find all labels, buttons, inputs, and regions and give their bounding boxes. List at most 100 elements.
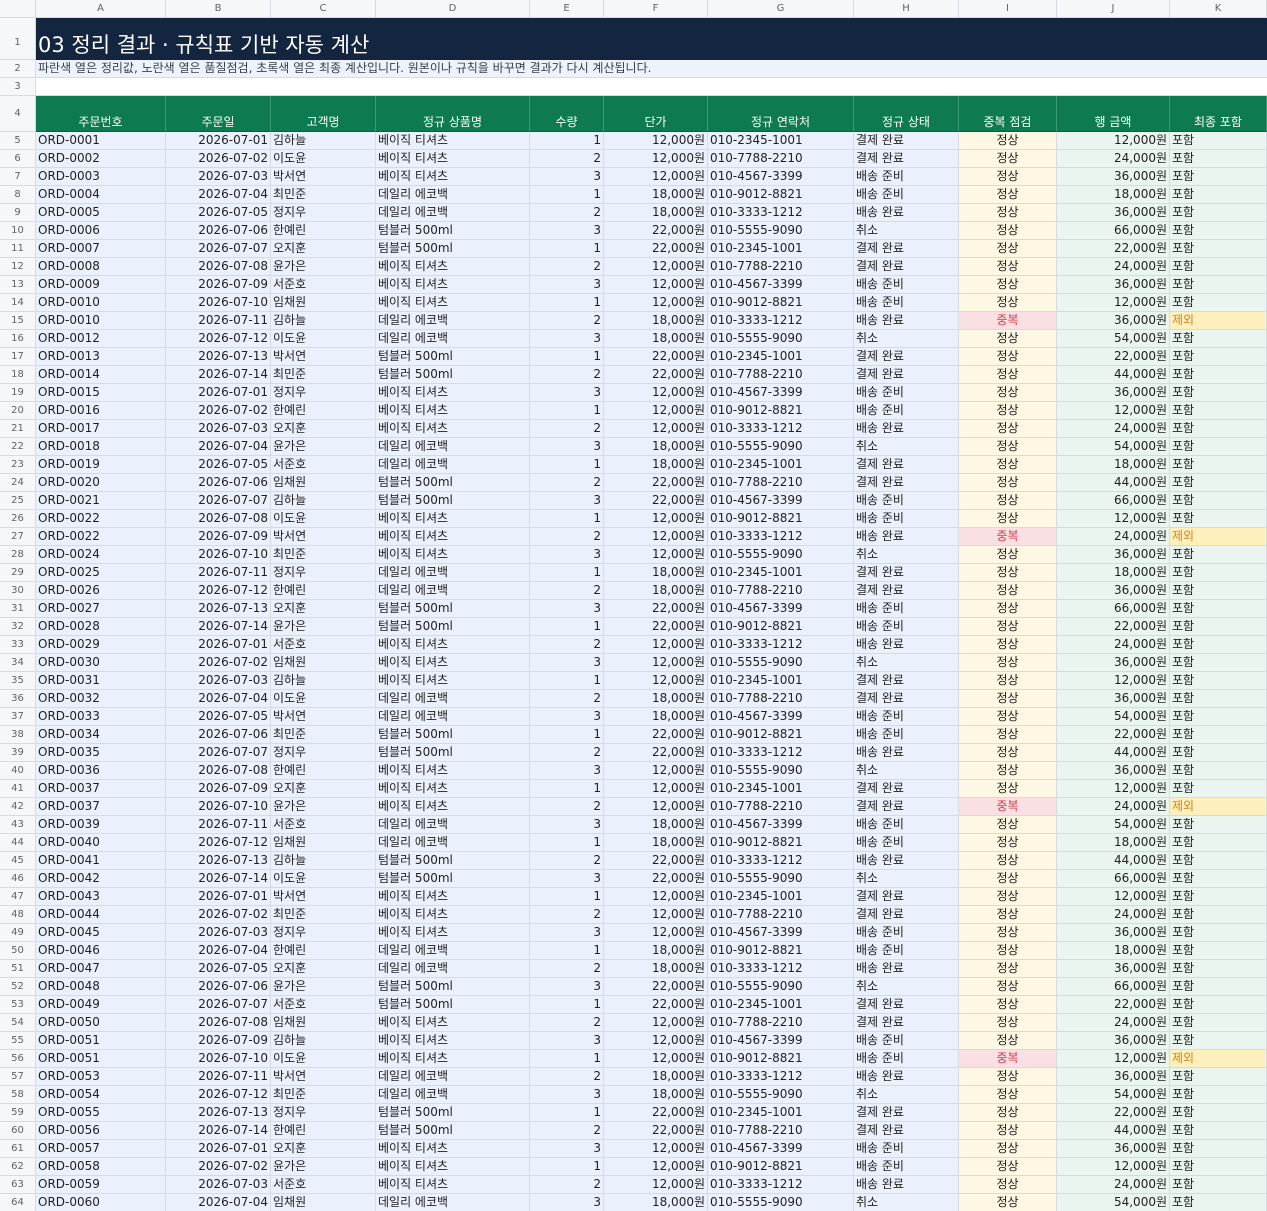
row-amount-cell[interactable]: 36,000원	[1057, 168, 1170, 186]
table-header-cell[interactable]: 단가	[604, 96, 708, 132]
row-header[interactable]: 58	[0, 1086, 36, 1104]
phone-cell[interactable]: 010-3333-1212	[708, 312, 854, 330]
status-cell[interactable]: 배송 준비	[854, 600, 959, 618]
duplicate-check-cell[interactable]: 정상	[959, 1014, 1057, 1032]
status-cell[interactable]: 결제 완료	[854, 582, 959, 600]
order-id-cell[interactable]: ORD-0022	[36, 528, 166, 546]
customer-name-cell[interactable]: 김하늘	[271, 1032, 376, 1050]
order-id-cell[interactable]: ORD-0041	[36, 852, 166, 870]
order-date-cell[interactable]: 2026-07-06	[166, 474, 271, 492]
phone-cell[interactable]: 010-9012-8821	[708, 834, 854, 852]
unit-price-cell[interactable]: 12,000원	[604, 780, 708, 798]
row-header[interactable]: 64	[0, 1194, 36, 1211]
order-date-cell[interactable]: 2026-07-02	[166, 1158, 271, 1176]
product-name-cell[interactable]: 베이직 티셔츠	[376, 420, 530, 438]
order-date-cell[interactable]: 2026-07-09	[166, 1032, 271, 1050]
status-cell[interactable]: 배송 준비	[854, 618, 959, 636]
order-id-cell[interactable]: ORD-0050	[36, 1014, 166, 1032]
status-cell[interactable]: 취소	[854, 438, 959, 456]
unit-price-cell[interactable]: 18,000원	[604, 834, 708, 852]
row-header[interactable]: 20	[0, 402, 36, 420]
customer-name-cell[interactable]: 윤가은	[271, 258, 376, 276]
row-amount-cell[interactable]: 18,000원	[1057, 834, 1170, 852]
duplicate-check-cell[interactable]: 정상	[959, 978, 1057, 996]
order-id-cell[interactable]: ORD-0031	[36, 672, 166, 690]
quantity-cell[interactable]: 1	[530, 348, 604, 366]
phone-cell[interactable]: 010-7788-2210	[708, 258, 854, 276]
product-name-cell[interactable]: 텀블러 500ml	[376, 1104, 530, 1122]
quantity-cell[interactable]: 2	[530, 582, 604, 600]
customer-name-cell[interactable]: 최민준	[271, 726, 376, 744]
customer-name-cell[interactable]: 김하늘	[271, 672, 376, 690]
unit-price-cell[interactable]: 18,000원	[604, 564, 708, 582]
final-include-cell[interactable]: 포함	[1170, 348, 1267, 366]
row-header[interactable]: 50	[0, 942, 36, 960]
order-date-cell[interactable]: 2026-07-13	[166, 600, 271, 618]
order-date-cell[interactable]: 2026-07-12	[166, 834, 271, 852]
row-header[interactable]: 63	[0, 1176, 36, 1194]
row-amount-cell[interactable]: 18,000원	[1057, 564, 1170, 582]
order-id-cell[interactable]: ORD-0035	[36, 744, 166, 762]
final-include-cell[interactable]: 제외	[1170, 1050, 1267, 1068]
duplicate-check-cell[interactable]: 정상	[959, 492, 1057, 510]
status-cell[interactable]: 배송 완료	[854, 1176, 959, 1194]
customer-name-cell[interactable]: 오지훈	[271, 1140, 376, 1158]
row-header[interactable]: 44	[0, 834, 36, 852]
row-header[interactable]: 36	[0, 690, 36, 708]
duplicate-check-cell[interactable]: 정상	[959, 636, 1057, 654]
order-date-cell[interactable]: 2026-07-10	[166, 1050, 271, 1068]
order-id-cell[interactable]: ORD-0006	[36, 222, 166, 240]
quantity-cell[interactable]: 2	[530, 906, 604, 924]
status-cell[interactable]: 결제 완료	[854, 1104, 959, 1122]
unit-price-cell[interactable]: 12,000원	[604, 654, 708, 672]
quantity-cell[interactable]: 3	[530, 762, 604, 780]
order-date-cell[interactable]: 2026-07-03	[166, 924, 271, 942]
column-header-k[interactable]: K	[1170, 0, 1267, 18]
quantity-cell[interactable]: 1	[530, 1104, 604, 1122]
row-header[interactable]: 60	[0, 1122, 36, 1140]
unit-price-cell[interactable]: 12,000원	[604, 1014, 708, 1032]
duplicate-check-cell[interactable]: 정상	[959, 906, 1057, 924]
row-header[interactable]: 53	[0, 996, 36, 1014]
order-id-cell[interactable]: ORD-0045	[36, 924, 166, 942]
product-name-cell[interactable]: 텀블러 500ml	[376, 474, 530, 492]
row-amount-cell[interactable]: 36,000원	[1057, 924, 1170, 942]
duplicate-check-cell[interactable]: 정상	[959, 996, 1057, 1014]
product-name-cell[interactable]: 베이직 티셔츠	[376, 168, 530, 186]
final-include-cell[interactable]: 포함	[1170, 726, 1267, 744]
row-amount-cell[interactable]: 22,000원	[1057, 348, 1170, 366]
column-header-g[interactable]: G	[708, 0, 854, 18]
row-header[interactable]: 41	[0, 780, 36, 798]
empty-cell[interactable]	[36, 78, 1267, 96]
status-cell[interactable]: 결제 완료	[854, 240, 959, 258]
order-date-cell[interactable]: 2026-07-02	[166, 654, 271, 672]
quantity-cell[interactable]: 2	[530, 1014, 604, 1032]
customer-name-cell[interactable]: 최민준	[271, 186, 376, 204]
status-cell[interactable]: 취소	[854, 330, 959, 348]
duplicate-check-cell[interactable]: 정상	[959, 1158, 1057, 1176]
quantity-cell[interactable]: 3	[530, 654, 604, 672]
status-cell[interactable]: 배송 준비	[854, 708, 959, 726]
customer-name-cell[interactable]: 박서연	[271, 348, 376, 366]
row-amount-cell[interactable]: 12,000원	[1057, 132, 1170, 150]
product-name-cell[interactable]: 텀블러 500ml	[376, 870, 530, 888]
order-date-cell[interactable]: 2026-07-12	[166, 330, 271, 348]
product-name-cell[interactable]: 베이직 티셔츠	[376, 780, 530, 798]
final-include-cell[interactable]: 포함	[1170, 132, 1267, 150]
status-cell[interactable]: 배송 준비	[854, 726, 959, 744]
unit-price-cell[interactable]: 12,000원	[604, 636, 708, 654]
order-date-cell[interactable]: 2026-07-04	[166, 438, 271, 456]
order-id-cell[interactable]: ORD-0010	[36, 294, 166, 312]
row-amount-cell[interactable]: 44,000원	[1057, 852, 1170, 870]
customer-name-cell[interactable]: 박서연	[271, 168, 376, 186]
duplicate-check-cell[interactable]: 정상	[959, 132, 1057, 150]
order-date-cell[interactable]: 2026-07-09	[166, 276, 271, 294]
unit-price-cell[interactable]: 12,000원	[604, 1050, 708, 1068]
final-include-cell[interactable]: 포함	[1170, 834, 1267, 852]
phone-cell[interactable]: 010-9012-8821	[708, 1158, 854, 1176]
customer-name-cell[interactable]: 김하늘	[271, 312, 376, 330]
row-amount-cell[interactable]: 36,000원	[1057, 276, 1170, 294]
duplicate-check-cell[interactable]: 정상	[959, 222, 1057, 240]
status-cell[interactable]: 배송 준비	[854, 834, 959, 852]
order-id-cell[interactable]: ORD-0053	[36, 1068, 166, 1086]
